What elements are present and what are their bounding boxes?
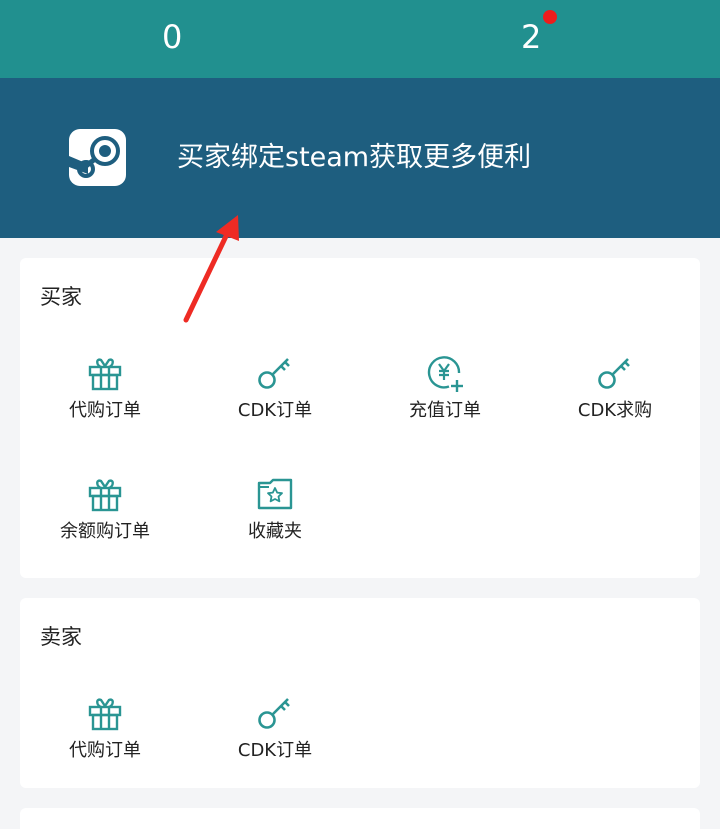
buyer-item-recharge-orders[interactable]: 充值订单 [360, 353, 530, 443]
steam-icon [69, 129, 126, 186]
buyer-item-label: 代购订单 [69, 400, 141, 421]
red-arrow-annotation [183, 215, 239, 323]
buyer-item-label: CDK求购 [577, 400, 653, 421]
buyer-item-label: 收藏夹 [248, 521, 302, 542]
star-folder-icon [257, 478, 293, 510]
buyer-item-cdk-wanted[interactable]: CDK求购 [530, 353, 700, 443]
seller-section-title: 卖家 [40, 625, 82, 649]
yen-coin-plus-icon [427, 356, 465, 393]
buyer-section-title: 买家 [40, 285, 82, 309]
gift-icon [88, 698, 122, 731]
buyer-item-label: 余额购订单 [60, 521, 150, 542]
seller-section: 卖家 代购订单 CDK订单 [20, 598, 700, 788]
key-icon [598, 357, 631, 389]
gift-icon [88, 479, 122, 512]
banner-text: 买家绑定steam获取更多便利 [177, 142, 532, 173]
notification-dot [543, 10, 557, 24]
gift-icon [88, 358, 122, 391]
stat-right-count[interactable]: 2 [521, 14, 541, 60]
steam-bind-banner[interactable]: 买家绑定steam获取更多便利 [0, 78, 720, 238]
seller-item-label: 代购订单 [69, 740, 141, 761]
buyer-item-label: 充值订单 [409, 400, 481, 421]
buyer-item-proxy-orders[interactable]: 代购订单 [20, 353, 190, 443]
buyer-item-favorites[interactable]: 收藏夹 [190, 474, 360, 564]
next-section [20, 808, 700, 829]
buyer-section: 买家 代购订单 CDK订单 充值订单 CDK求购 余额购订单 收藏夹 [20, 258, 700, 578]
seller-item-proxy-orders[interactable]: 代购订单 [20, 693, 190, 783]
seller-item-cdk-orders[interactable]: CDK订单 [190, 693, 360, 783]
buyer-item-label: CDK订单 [237, 400, 313, 421]
seller-item-label: CDK订单 [237, 740, 313, 761]
stat-left-count[interactable]: 0 [162, 14, 182, 60]
buyer-item-balance-orders[interactable]: 余额购订单 [20, 474, 190, 564]
key-icon [258, 357, 291, 389]
key-icon [258, 697, 291, 729]
top-stats-bar: 0 2 [0, 0, 720, 78]
buyer-item-cdk-orders[interactable]: CDK订单 [190, 353, 360, 443]
